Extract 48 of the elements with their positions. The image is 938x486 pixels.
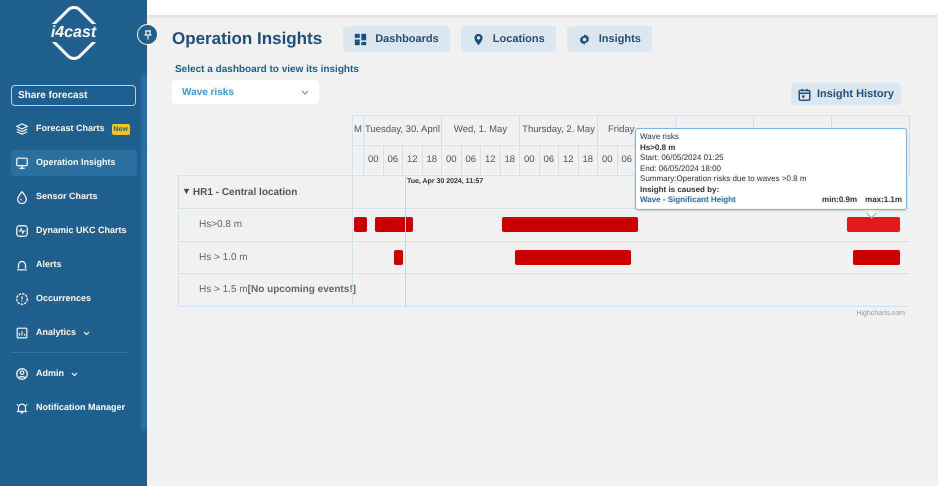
nav-item[interactable]: Admin: [11, 361, 137, 387]
expand-toggle[interactable]: ▼: [182, 185, 191, 199]
tab-button[interactable]: Insights: [566, 26, 652, 52]
hour-label: 06: [543, 153, 554, 168]
hour-label: 00: [602, 153, 613, 168]
hour-label: 06: [387, 153, 398, 168]
min-value: min:0.9m: [822, 195, 858, 206]
hour-label: 18: [582, 153, 594, 168]
tooltip-text: End: 06/05/2024 18:00: [640, 164, 722, 174]
nav-item[interactable]: Notification Manager: [11, 395, 137, 421]
tab-button[interactable]: Locations: [460, 26, 556, 52]
tooltip-text: Start: 06/05/2024 01:25: [640, 153, 725, 164]
tooltip-text: Summary:Operation risks due to waves >0.8 m: [640, 174, 808, 184]
nav-item[interactable]: Sensor Charts: [11, 184, 137, 210]
day-label: Tuesday, 30. April: [365, 123, 440, 138]
nav-item[interactable]: Analytics: [11, 320, 137, 346]
nav-item[interactable]: Alerts: [11, 252, 137, 278]
row-label: Hs > 1.0 m: [179, 242, 353, 273]
hour-label: 18: [504, 153, 516, 168]
hour-label: 00: [524, 153, 535, 168]
hour-label: 18: [426, 153, 438, 168]
day-label: Thursday, 2. May: [522, 123, 595, 138]
nav-item[interactable]: Dynamic UKC Charts: [11, 218, 137, 244]
cause-link[interactable]: Wave - Significant Height: [640, 195, 736, 206]
tooltip-name: Hs>0.8 m: [640, 142, 676, 153]
hour-label: 06: [465, 153, 476, 168]
hour-label: 12: [562, 153, 574, 168]
hour-label: 00: [446, 153, 457, 168]
day-label: Wed, 1. May: [454, 123, 508, 138]
tooltip-title: Wave risks: [640, 132, 680, 142]
select-label: Select a dashboard to view its insights: [174, 63, 360, 77]
nav-item[interactable]: Operation Insights: [11, 150, 137, 176]
insight-history-button[interactable]: Insight History: [790, 83, 901, 105]
hour-label: 12: [406, 153, 418, 168]
tab-button[interactable]: Dashboards: [343, 26, 450, 52]
max-value: max:1.1m: [865, 195, 902, 206]
row-label: Hs>0.8 m: [179, 209, 353, 240]
hour-label: 06: [621, 153, 632, 168]
day-label: Friday: [608, 123, 634, 138]
hour-label: 00: [368, 153, 379, 168]
day-label: M: [354, 123, 362, 138]
page-title: Operation Insights: [172, 28, 322, 50]
share-forecast-button[interactable]: Share forecast: [11, 85, 136, 106]
tooltip-text: Insight is caused by:: [640, 184, 720, 195]
row-label: Hs > 1.5 m[No upcoming events!]: [179, 274, 353, 306]
hour-label: 12: [484, 153, 496, 168]
nav-item[interactable]: Occurrences: [11, 286, 137, 312]
group-label: HR1 - Central location: [192, 186, 298, 200]
